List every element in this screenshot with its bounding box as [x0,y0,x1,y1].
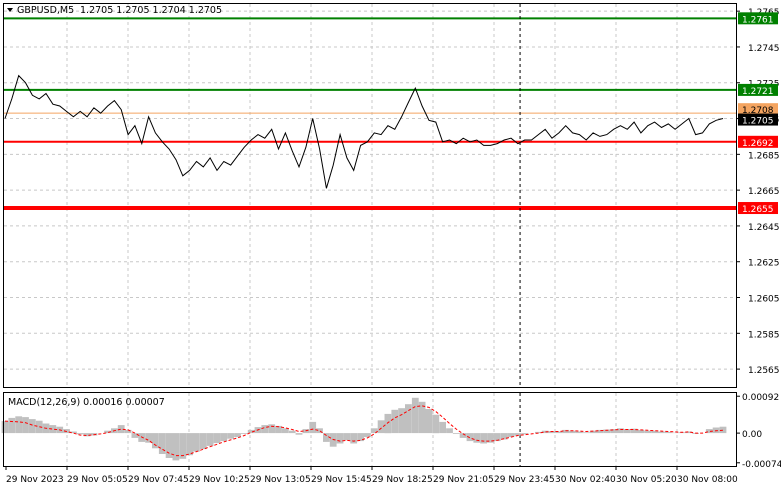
time-tick-label: 29 Nov 21:05 [433,475,494,485]
macd-histogram-bar [15,416,23,434]
price-level-tag-label: 1.2692 [742,139,774,149]
macd-histogram-bar [309,421,317,434]
macd-histogram-bar [1,421,9,434]
macd-histogram-bar [295,433,303,435]
price-tick-label: 1.2605 [748,295,780,305]
price-tick-label: 1.2665 [748,187,780,197]
macd-histogram-bar [240,433,248,434]
macd-histogram-bar [8,417,16,434]
time-tick-label: 30 Nov 05:20 [616,475,677,485]
trading-chart[interactable]: GBPUSD,M5 1.2705 1.2705 1.2704 1.2705 1.… [0,0,781,489]
time-tick-label: 30 Nov 08:00 [677,475,738,485]
macd-histogram-bar [193,433,200,452]
macd-histogram-bar [644,430,652,434]
price-level-tag-label: 1.2721 [742,87,774,97]
macd-histogram-bar [152,433,159,449]
macd-histogram-bar [405,404,412,434]
time-tick-label: 30 Nov 02:40 [555,475,616,485]
macd-histogram-bar [582,432,590,434]
macd-histogram-bar [288,430,296,434]
symbol-label: GBPUSD,M5 [17,5,74,16]
macd-histogram-bar [425,409,433,434]
time-tick-label: 29 Nov 05:05 [67,475,128,485]
macd-tick-label: 0.00092 [742,393,779,403]
macd-histogram-bar [131,433,139,438]
time-tick-label: 29 Nov 23:45 [494,475,555,485]
macd-histogram-bar [432,414,440,434]
macd-histogram-bar [199,433,207,450]
macd-histogram-bar [227,433,234,439]
time-tick-label: 29 Nov 07:45 [128,475,189,485]
ohlc-label: 1.2705 1.2705 1.2704 1.2705 [80,5,222,16]
macd-histogram-bar [281,428,289,434]
macd-title: MACD(12,26,9) 0.00016 0.00007 [8,397,165,408]
price-tick-label: 1.2585 [748,330,780,340]
price-tick-label: 1.2625 [748,259,780,269]
time-tick-label: 29 Nov 15:45 [311,475,372,485]
price-level-tag-label: 1.2705 [742,117,774,127]
macd-histogram-bar [398,408,405,434]
macd-histogram-bar [22,417,29,434]
price-tick-label: 1.2745 [748,44,780,54]
macd-histogram-bar [234,433,241,438]
macd-histogram-bar [213,433,221,444]
macd-histogram-bar [411,397,419,434]
macd-histogram-bar [343,433,351,441]
macd-histogram-bar [179,433,187,459]
price-tick-label: 1.2645 [748,223,780,233]
time-tick-label: 29 Nov 10:25 [189,475,250,485]
macd-tick-label: 0.00 [742,430,762,440]
price-level-tag-label: 1.2761 [742,15,774,25]
macd-histogram-bar [391,409,399,434]
price-tick-label: 1.2565 [748,366,780,376]
macd-histogram-bar [172,433,180,461]
macd-histogram-bar [473,433,481,443]
price-tick-label: 1.2685 [748,151,780,161]
time-tick-label: 29 Nov 2023 [6,475,64,485]
macd-histogram-bar [220,433,228,442]
macd-histogram-bar [658,431,665,434]
macd-histogram-bar [261,425,269,434]
time-tick-label: 29 Nov 18:25 [372,475,433,485]
macd-histogram-bar [268,424,276,434]
macd-histogram-bar [145,433,152,443]
macd-histogram-bar [466,433,474,442]
chart-header: GBPUSD,M5 1.2705 1.2705 1.2704 1.2705 [7,5,222,16]
macd-histogram-bar [336,433,344,444]
macd-histogram-bar [206,433,214,446]
macd-histogram-bar [452,433,460,434]
macd-histogram-bar [446,428,453,434]
macd-tick-label: -0.00074 [742,460,781,470]
macd-histogram-bar [384,413,392,434]
macd-histogram-bar [186,433,193,456]
macd-histogram-bar [439,421,446,434]
time-tick-label: 29 Nov 13:05 [250,475,311,485]
macd-histogram-bar [719,426,727,434]
macd-histogram-bar [480,433,487,444]
macd-histogram-bar [364,433,371,438]
price-level-tag-label: 1.2655 [742,205,774,215]
macd-histogram-bar [350,433,358,444]
macd-histogram-bar [76,433,84,435]
